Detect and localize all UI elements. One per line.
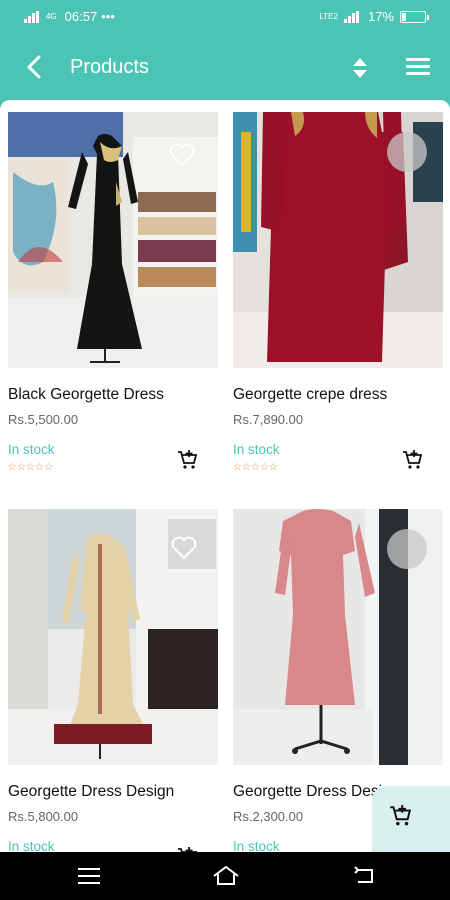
product-price: Rs.2,300.00 <box>233 809 304 824</box>
product-name[interactable]: Black Georgette Dress <box>8 386 218 404</box>
favorite-button[interactable] <box>387 529 427 569</box>
network-type-2: LTE2 <box>319 11 338 21</box>
rating-stars: ☆☆☆☆☆ <box>8 462 53 473</box>
network-type: 4G <box>46 11 57 21</box>
product-image[interactable] <box>233 509 443 765</box>
product-name[interactable]: Georgette Dress Design <box>8 783 218 801</box>
product-price: Rs.7,890.00 <box>233 412 304 427</box>
stock-status: In stock <box>8 839 55 852</box>
product-card[interactable]: Georgette Dress Design Rs.5,800.00 In st… <box>8 509 218 852</box>
product-card[interactable]: Black Georgette Dress Rs.5,500.00 In sto… <box>8 112 218 502</box>
hamburger-menu-icon <box>406 58 430 61</box>
menu-button[interactable] <box>406 55 434 79</box>
add-to-cart-icon[interactable] <box>401 449 423 471</box>
rating-stars: ☆☆☆☆☆ <box>233 462 278 473</box>
page-title: Products <box>70 56 149 78</box>
favorite-button[interactable] <box>387 132 427 172</box>
app-bar: Products <box>0 34 450 100</box>
stock-status: In stock <box>233 442 280 457</box>
battery-percent: 17% <box>367 9 394 24</box>
floating-cart-button[interactable] <box>372 786 450 852</box>
back-button[interactable] <box>20 52 50 82</box>
system-nav-bar <box>0 852 450 900</box>
cart-icon <box>390 805 412 826</box>
sort-button[interactable] <box>348 54 372 82</box>
menu-icon <box>78 868 100 870</box>
status-time: 06:57 <box>64 9 98 24</box>
product-card[interactable]: Georgette crepe dress Rs.7,890.00 In sto… <box>233 112 443 502</box>
recent-apps-button[interactable] <box>78 868 100 886</box>
signal-icon-2 <box>343 10 362 23</box>
stock-status: In stock <box>233 839 280 852</box>
heart-icon[interactable] <box>170 535 198 561</box>
back-nav-button[interactable] <box>352 866 376 886</box>
battery-icon <box>400 10 429 23</box>
stock-status: In stock <box>8 442 55 457</box>
signal-icon <box>24 10 42 23</box>
add-to-cart-icon[interactable] <box>176 449 198 471</box>
product-price: Rs.5,500.00 <box>8 412 79 427</box>
home-button[interactable] <box>211 864 241 888</box>
product-image[interactable] <box>8 112 218 368</box>
product-name[interactable]: Georgette crepe dress <box>233 386 443 404</box>
heart-icon[interactable] <box>168 142 196 168</box>
product-image[interactable] <box>233 112 443 368</box>
chevron-left-icon <box>27 55 41 79</box>
product-grid: Black Georgette Dress Rs.5,500.00 In sto… <box>0 100 450 852</box>
product-image[interactable] <box>8 509 218 765</box>
status-bar: 4G 06:57 ••• LTE2 17% <box>0 0 450 34</box>
status-dots: ••• <box>101 9 115 24</box>
sort-icon <box>353 58 367 78</box>
product-price: Rs.5,800.00 <box>8 809 79 824</box>
